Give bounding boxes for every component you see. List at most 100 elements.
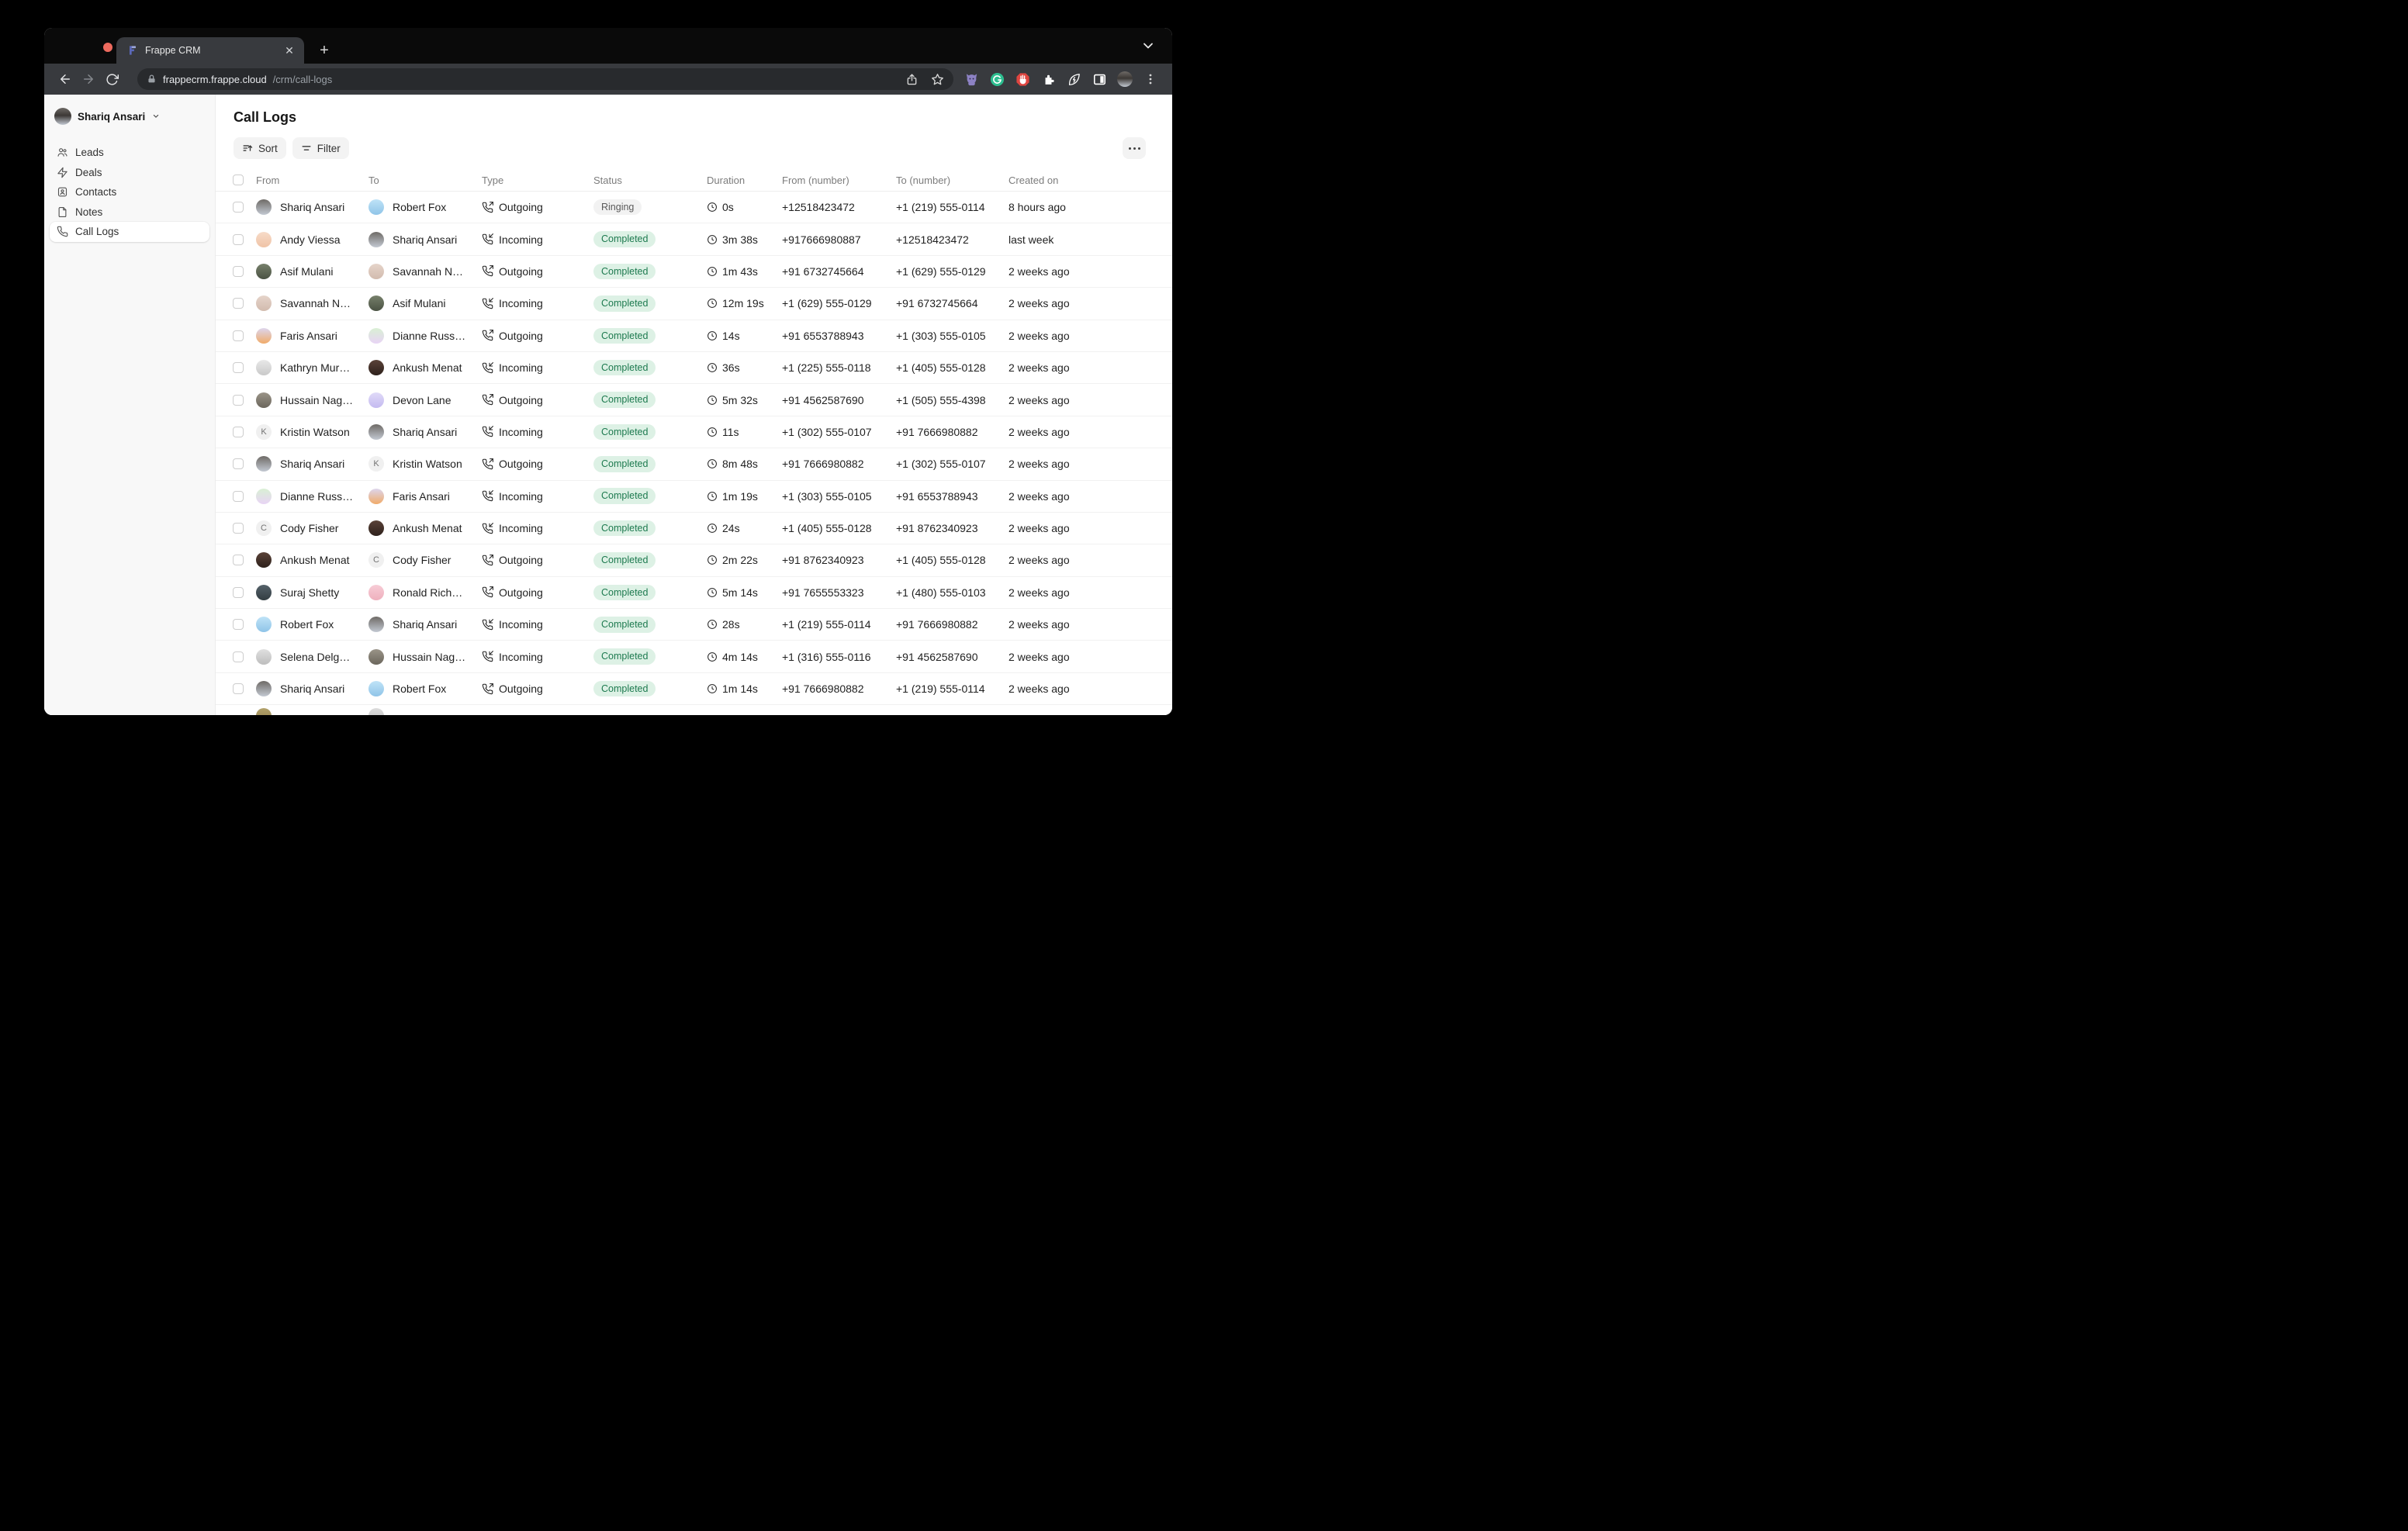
chevron-down-icon xyxy=(151,112,161,121)
more-options-button[interactable] xyxy=(1123,137,1146,159)
close-tab-icon[interactable]: ✕ xyxy=(282,43,296,57)
row-checkbox[interactable] xyxy=(233,266,244,277)
to-name: Cody Fisher xyxy=(393,554,451,566)
column-header-type[interactable]: Type xyxy=(482,175,593,186)
adblock-extension-icon[interactable] xyxy=(1014,71,1031,88)
tabsearch-chevron-icon[interactable] xyxy=(1143,42,1154,50)
call-log-row[interactable]: Selena Delg… Hussain Nag… Incoming Compl… xyxy=(216,641,1172,672)
call-type-icon xyxy=(482,298,493,309)
avatar xyxy=(256,392,272,408)
share-icon[interactable] xyxy=(905,73,919,86)
column-header-from-number[interactable]: From (number) xyxy=(782,175,896,186)
sidebar-item-notes[interactable]: Notes xyxy=(50,202,209,223)
avatar xyxy=(368,585,384,600)
call-log-row[interactable]: Dianne Russ… Faris Ansari Incoming Compl… xyxy=(216,481,1172,513)
call-log-row[interactable]: Hussain Nag… Devon Lane Outgoing Complet… xyxy=(216,384,1172,416)
sidebar-item-label: Contacts xyxy=(75,186,116,198)
row-checkbox[interactable] xyxy=(233,651,244,662)
status-badge: Completed xyxy=(593,488,656,504)
status-badge: Completed xyxy=(593,552,656,569)
sort-button[interactable]: Sort xyxy=(234,137,286,159)
sidebar-item-contacts[interactable]: Contacts xyxy=(50,182,209,202)
sidebar-item-label: Notes xyxy=(75,206,102,218)
filter-button[interactable]: Filter xyxy=(292,137,349,159)
partial-table-row xyxy=(216,705,1172,715)
avatar xyxy=(256,295,272,311)
call-log-row[interactable]: Kathryn Mur… Ankush Menat Incoming Compl… xyxy=(216,352,1172,384)
row-checkbox[interactable] xyxy=(233,458,244,469)
to-number: +1 (303) 555-0105 xyxy=(896,330,1009,342)
call-type-icon xyxy=(482,490,493,502)
avatar xyxy=(256,456,272,472)
row-checkbox[interactable] xyxy=(233,330,244,341)
leaf-extension-icon[interactable] xyxy=(1065,71,1082,88)
new-tab-button[interactable]: + xyxy=(313,40,335,61)
clock-icon xyxy=(707,555,718,565)
call-log-row[interactable]: Asif Mulani Savannah N… Outgoing Complet… xyxy=(216,256,1172,288)
call-log-row[interactable]: Robert Fox Shariq Ansari Incoming Comple… xyxy=(216,609,1172,641)
sidebar-item-call-logs[interactable]: Call Logs xyxy=(50,222,209,242)
call-log-row[interactable]: Andy Viessa Shariq Ansari Incoming Compl… xyxy=(216,223,1172,255)
row-checkbox[interactable] xyxy=(233,362,244,373)
from-name: Dianne Russ… xyxy=(280,490,353,503)
user-menu[interactable]: Shariq Ansari xyxy=(50,106,209,126)
sidebar-item-leads[interactable]: Leads xyxy=(50,143,209,163)
created-on: 2 weeks ago xyxy=(1009,554,1172,566)
row-checkbox[interactable] xyxy=(233,523,244,534)
browser-tab[interactable]: Frappe CRM ✕ xyxy=(116,37,304,64)
from-number: +1 (225) 555-0118 xyxy=(782,361,896,374)
table-header: From To Type Status Duration From (numbe… xyxy=(216,169,1172,192)
row-checkbox[interactable] xyxy=(233,202,244,213)
call-log-row[interactable]: Savannah N… Asif Mulani Incoming Complet… xyxy=(216,288,1172,320)
column-header-from[interactable]: From xyxy=(256,175,368,186)
row-checkbox[interactable] xyxy=(233,555,244,565)
call-log-row[interactable]: Faris Ansari Dianne Russ… Outgoing Compl… xyxy=(216,320,1172,352)
browser-menu-icon[interactable] xyxy=(1142,71,1159,88)
column-header-to[interactable]: To xyxy=(368,175,482,186)
from-name: Kathryn Mur… xyxy=(280,361,350,374)
call-log-row[interactable]: Shariq Ansari KKristin Watson Outgoing C… xyxy=(216,448,1172,480)
bookmark-star-icon[interactable] xyxy=(931,73,944,86)
row-checkbox[interactable] xyxy=(233,298,244,309)
call-log-row[interactable]: Shariq Ansari Robert Fox Outgoing Ringin… xyxy=(216,192,1172,223)
avatar xyxy=(256,328,272,344)
side-panel-icon[interactable] xyxy=(1091,71,1108,88)
call-log-row[interactable]: CCody Fisher Ankush Menat Incoming Compl… xyxy=(216,513,1172,544)
column-header-duration[interactable]: Duration xyxy=(707,175,782,186)
grammarly-extension-icon[interactable] xyxy=(988,71,1005,88)
github-extension-icon[interactable] xyxy=(963,71,980,88)
sidebar-item-deals[interactable]: Deals xyxy=(50,163,209,183)
call-log-row[interactable]: Ankush Menat CCody Fisher Outgoing Compl… xyxy=(216,544,1172,576)
call-type-icon xyxy=(482,586,493,598)
from-name: Kristin Watson xyxy=(280,426,350,438)
row-checkbox[interactable] xyxy=(233,427,244,437)
from-name: Cody Fisher xyxy=(280,522,338,534)
call-log-row[interactable]: Suraj Shetty Ronald Rich… Outgoing Compl… xyxy=(216,577,1172,609)
column-header-created-on[interactable]: Created on xyxy=(1009,175,1172,186)
forward-icon[interactable] xyxy=(77,68,100,90)
close-window-button[interactable] xyxy=(103,43,112,52)
avatar xyxy=(256,360,272,375)
select-all-checkbox[interactable] xyxy=(233,175,244,185)
row-checkbox[interactable] xyxy=(233,234,244,245)
extensions-puzzle-icon[interactable] xyxy=(1040,71,1057,88)
back-icon[interactable] xyxy=(54,68,77,90)
browser-window: Frappe CRM ✕ + frappecrm.frappe.cloud/cr… xyxy=(44,28,1172,715)
reload-icon[interactable] xyxy=(100,68,123,90)
call-log-row[interactable]: KKristin Watson Shariq Ansari Incoming C… xyxy=(216,416,1172,448)
call-log-row[interactable]: Shariq Ansari Robert Fox Outgoing Comple… xyxy=(216,673,1172,705)
clock-icon xyxy=(707,330,718,341)
to-number: +1 (302) 555-0107 xyxy=(896,458,1009,470)
call-logs-icon xyxy=(57,226,68,237)
from-name: Suraj Shetty xyxy=(280,586,339,599)
column-header-to-number[interactable]: To (number) xyxy=(896,175,1009,186)
clock-icon xyxy=(707,202,718,213)
row-checkbox[interactable] xyxy=(233,619,244,630)
profile-avatar[interactable] xyxy=(1116,71,1133,88)
column-header-status[interactable]: Status xyxy=(593,175,707,186)
row-checkbox[interactable] xyxy=(233,395,244,406)
row-checkbox[interactable] xyxy=(233,683,244,694)
url-bar[interactable]: frappecrm.frappe.cloud/crm/call-logs xyxy=(137,68,953,90)
row-checkbox[interactable] xyxy=(233,587,244,598)
row-checkbox[interactable] xyxy=(233,491,244,502)
